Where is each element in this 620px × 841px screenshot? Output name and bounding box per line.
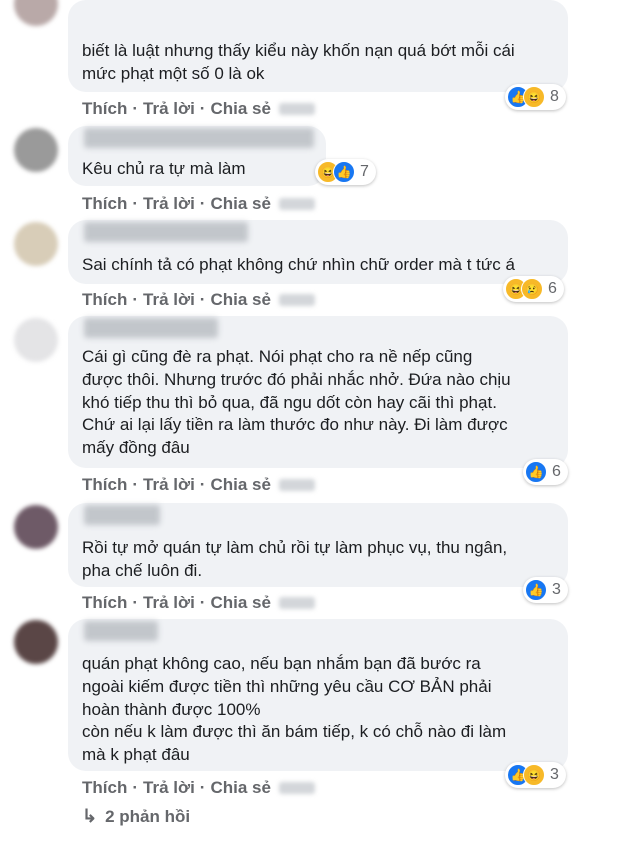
replies-label: 2 phản hồi [105,806,191,826]
separator: · [199,290,206,309]
separator: · [199,99,206,118]
separator: · [199,778,206,797]
author-name[interactable] [84,128,314,148]
avatar[interactable] [14,0,58,26]
reaction-summary[interactable]: 😆 👍 7 [315,159,376,185]
separator: · [132,290,139,309]
like-button[interactable]: Thích [82,475,127,495]
timestamp[interactable] [278,103,315,115]
comment-actions: Thích · Trả lời · Chia sẻ [82,778,315,798]
avatar[interactable] [14,505,58,549]
comment-text: Sai chính tả có phạt không chứ nhìn chữ … [82,255,515,274]
timestamp[interactable] [278,479,315,491]
haha-icon: 😆 [523,764,545,786]
comment-bubble: Sai chính tả có phạt không chứ nhìn chữ … [68,220,568,284]
like-icon: 👍 [525,461,547,483]
comment-bubble: Kêu chủ ra tự mà làm [68,126,326,186]
reaction-count: 6 [548,280,557,297]
comment-bubble: biết là luật nhưng thấy kiểu này khốn nạ… [68,0,568,92]
reaction-count: 3 [552,581,561,598]
comment-text: quán phạt không cao, nếu bạn nhắm bạn đã… [82,654,507,765]
reaction-summary[interactable]: 👍 😆 3 [505,762,566,788]
reaction-count: 6 [552,463,561,480]
comment-bubble: Rồi tự mở quán tự làm chủ rồi tự làm phụ… [68,503,568,587]
comment-actions: Thích · Trả lời · Chia sẻ [82,194,315,214]
reaction-count: 7 [360,163,369,180]
separator: · [199,194,206,213]
comment-text: Cái gì cũng đè ra phạt. Nói phạt cho ra … [82,347,511,458]
author-name[interactable] [84,621,158,641]
like-icon: 👍 [525,579,547,601]
share-button[interactable]: Chia sẻ [210,778,270,798]
share-button[interactable]: Chia sẻ [210,99,270,119]
reaction-summary[interactable]: 👍 3 [523,577,568,603]
author-name[interactable] [84,318,218,338]
timestamp[interactable] [278,198,315,210]
avatar[interactable] [14,620,58,664]
comment-actions: Thích · Trả lời · Chia sẻ [82,290,315,310]
reply-arrow-icon: ↳ [82,806,98,826]
like-button[interactable]: Thích [82,290,127,310]
reaction-summary[interactable]: 😆 😢 6 [503,276,564,302]
like-button[interactable]: Thích [82,194,127,214]
author-name[interactable] [84,222,248,242]
comment-text: Kêu chủ ra tự mà làm [82,159,246,178]
separator: · [132,194,139,213]
like-icon: 👍 [333,161,355,183]
separator: · [132,593,139,612]
reaction-summary[interactable]: 👍 😆 8 [505,84,566,110]
comment-actions: Thích · Trả lời · Chia sẻ [82,99,315,119]
like-button[interactable]: Thích [82,593,127,613]
separator: · [132,778,139,797]
reply-button[interactable]: Trả lời [143,475,195,495]
author-name[interactable] [84,505,160,525]
timestamp[interactable] [278,597,315,609]
comment-text: Rồi tự mở quán tự làm chủ rồi tự làm phụ… [82,538,508,580]
comment-actions: Thích · Trả lời · Chia sẻ [82,593,315,613]
sad-icon: 😢 [521,278,543,300]
like-button[interactable]: Thích [82,778,127,798]
reply-button[interactable]: Trả lời [143,778,195,798]
avatar[interactable] [14,318,58,362]
comment-bubble: Cái gì cũng đè ra phạt. Nói phạt cho ra … [68,316,568,468]
comment-text: biết là luật nhưng thấy kiểu này khốn nạ… [82,41,515,83]
comment-bubble: quán phạt không cao, nếu bạn nhắm bạn đã… [68,619,568,771]
reply-button[interactable]: Trả lời [143,194,195,214]
haha-icon: 😆 [523,86,545,108]
timestamp[interactable] [278,294,315,306]
avatar[interactable] [14,128,58,172]
reply-button[interactable]: Trả lời [143,593,195,613]
share-button[interactable]: Chia sẻ [210,593,270,613]
avatar[interactable] [14,222,58,266]
separator: · [199,475,206,494]
separator: · [132,475,139,494]
share-button[interactable]: Chia sẻ [210,290,270,310]
comment-actions: Thích · Trả lời · Chia sẻ [82,475,315,495]
like-button[interactable]: Thích [82,99,127,119]
view-replies-link[interactable]: ↳ 2 phản hồi [82,806,190,827]
reaction-count: 8 [550,88,559,105]
timestamp[interactable] [278,782,315,794]
share-button[interactable]: Chia sẻ [210,475,270,495]
reply-button[interactable]: Trả lời [143,99,195,119]
separator: · [199,593,206,612]
reaction-count: 3 [550,766,559,783]
separator: · [132,99,139,118]
share-button[interactable]: Chia sẻ [210,194,270,214]
reply-button[interactable]: Trả lời [143,290,195,310]
reaction-summary[interactable]: 👍 6 [523,459,568,485]
